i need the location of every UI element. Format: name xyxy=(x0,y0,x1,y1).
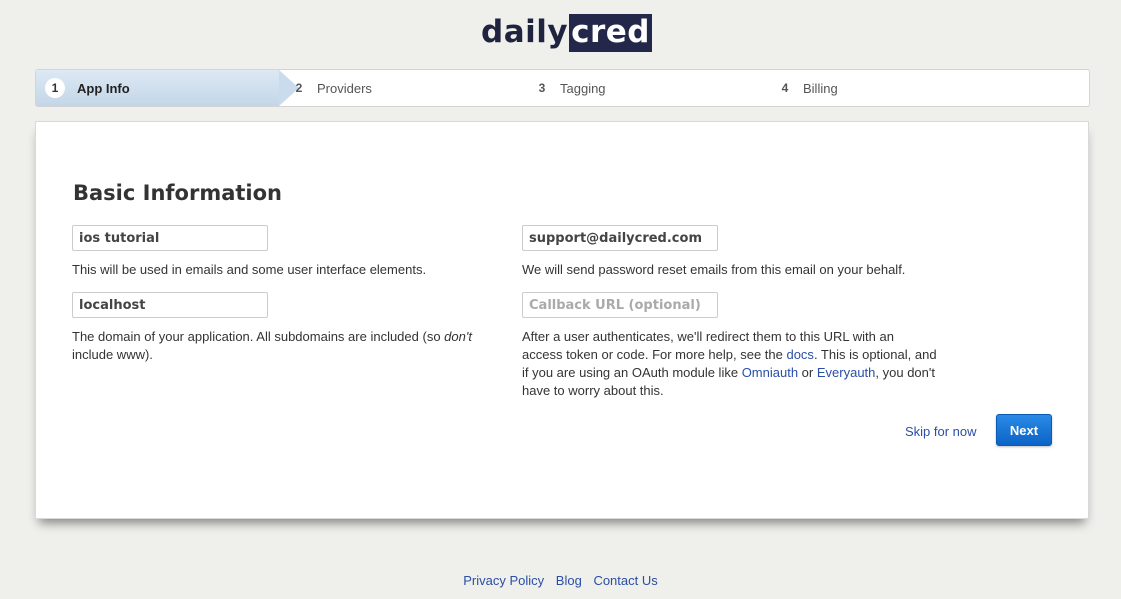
privacy-policy-link[interactable]: Privacy Policy xyxy=(463,573,544,588)
email-input[interactable] xyxy=(522,225,718,251)
docs-link[interactable]: docs xyxy=(786,347,813,362)
step-number: 3 xyxy=(538,81,546,95)
step-app-info[interactable]: 1 App Info xyxy=(36,70,279,106)
everyauth-link[interactable]: Everyauth xyxy=(817,365,876,380)
callback-url-input[interactable] xyxy=(522,292,718,318)
dailycred-logo[interactable]: daily cred xyxy=(481,14,652,52)
domain-help: The domain of your application. All subd… xyxy=(72,329,472,362)
domain-input[interactable] xyxy=(72,292,268,318)
step-label: Providers xyxy=(317,80,372,96)
setup-steps: 1 App Info 2 Providers 3 Tagging 4 Billi… xyxy=(35,69,1090,107)
step-billing[interactable]: 4 Billing xyxy=(775,70,838,106)
next-button[interactable]: Next xyxy=(996,414,1052,446)
contact-us-link[interactable]: Contact Us xyxy=(593,573,657,588)
footer: Privacy Policy Blog Contact Us xyxy=(0,573,1121,588)
logo-text-daily: daily xyxy=(481,14,569,50)
step-tagging[interactable]: 3 Tagging xyxy=(532,70,606,106)
app-name-input[interactable] xyxy=(72,225,268,251)
step-number: 1 xyxy=(45,78,65,98)
step-label: Tagging xyxy=(560,80,606,96)
app-info-form-card: Basic Information This will be used in e… xyxy=(35,121,1089,519)
app-name-help: This will be used in emails and some use… xyxy=(72,262,427,277)
step-label: Billing xyxy=(803,80,838,96)
step-number: 4 xyxy=(781,81,789,95)
email-help: We will send password reset emails from … xyxy=(522,262,906,277)
omniauth-link[interactable]: Omniauth xyxy=(742,365,798,380)
logo-text-cred: cred xyxy=(569,14,652,52)
skip-for-now-link[interactable]: Skip for now xyxy=(905,424,977,439)
step-number: 2 xyxy=(295,81,303,95)
step-providers[interactable]: 2 Providers xyxy=(289,70,372,106)
form-heading: Basic Information xyxy=(73,181,282,205)
blog-link[interactable]: Blog xyxy=(556,573,582,588)
step-label: App Info xyxy=(77,80,130,96)
callback-help: After a user authenticates, we'll redire… xyxy=(522,329,937,398)
